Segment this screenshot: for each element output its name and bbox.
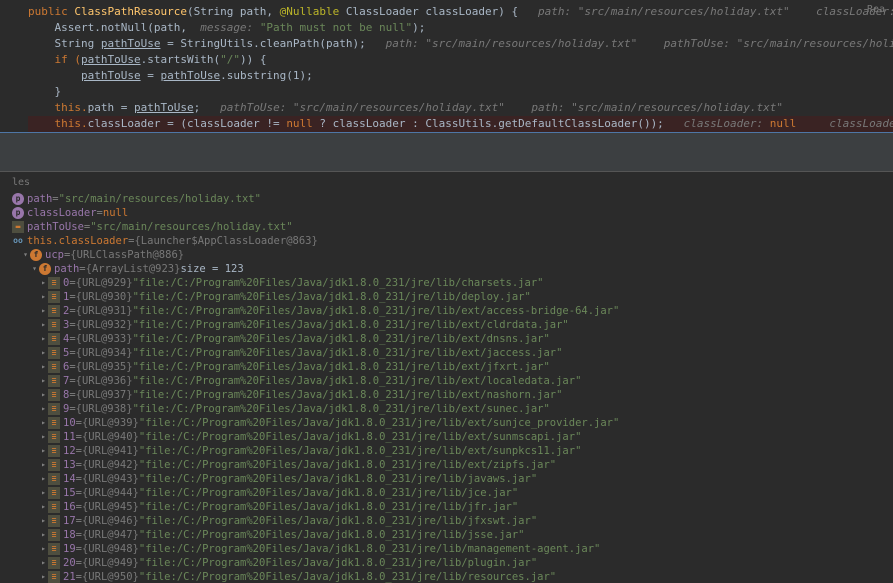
var-row[interactable]: pclassLoader = null bbox=[12, 206, 881, 220]
variables-panel[interactable]: les ppath = "src/main/resources/holiday.… bbox=[0, 172, 893, 583]
array-item[interactable]: ▸≡21 = {URL@950} "file:/C:/Program%20Fil… bbox=[12, 570, 881, 583]
code-line: if (pathToUse.startsWith("/")) { bbox=[28, 52, 893, 68]
element-icon: ≡ bbox=[48, 319, 60, 331]
param-icon: p bbox=[12, 193, 24, 205]
watch-icon: oo bbox=[12, 235, 24, 247]
expand-icon[interactable]: ▸ bbox=[39, 402, 48, 416]
var-row[interactable]: ppath = "src/main/resources/holiday.txt" bbox=[12, 192, 881, 206]
expand-icon[interactable]: ▸ bbox=[39, 500, 48, 514]
expand-icon[interactable]: ▸ bbox=[39, 486, 48, 500]
collapse-icon[interactable]: ▾ bbox=[30, 262, 39, 276]
var-row[interactable]: oothis.classLoader = {Launcher$AppClassL… bbox=[12, 234, 881, 248]
expand-icon[interactable]: ▸ bbox=[39, 374, 48, 388]
expand-icon[interactable]: ▸ bbox=[39, 472, 48, 486]
expand-icon[interactable]: ▸ bbox=[39, 388, 48, 402]
element-icon: ≡ bbox=[48, 333, 60, 345]
array-item[interactable]: ▸≡17 = {URL@946} "file:/C:/Program%20Fil… bbox=[12, 514, 881, 528]
array-item[interactable]: ▸≡11 = {URL@940} "file:/C:/Program%20Fil… bbox=[12, 430, 881, 444]
expand-icon[interactable]: ▸ bbox=[39, 360, 48, 374]
code-line: String pathToUse = StringUtils.cleanPath… bbox=[28, 36, 893, 52]
expand-icon[interactable]: ▸ bbox=[39, 528, 48, 542]
expand-icon[interactable]: ▸ bbox=[39, 542, 48, 556]
element-icon: ≡ bbox=[48, 417, 60, 429]
array-item[interactable]: ▸≡18 = {URL@947} "file:/C:/Program%20Fil… bbox=[12, 528, 881, 542]
element-icon: ≡ bbox=[48, 543, 60, 555]
expand-icon[interactable]: ▸ bbox=[39, 290, 48, 304]
expand-icon[interactable]: ▸ bbox=[39, 556, 48, 570]
var-icon: ▬ bbox=[12, 221, 24, 233]
element-icon: ≡ bbox=[48, 487, 60, 499]
element-icon: ≡ bbox=[48, 347, 60, 359]
expand-icon[interactable]: ▸ bbox=[39, 430, 48, 444]
element-icon: ≡ bbox=[48, 361, 60, 373]
array-item[interactable]: ▸≡6 = {URL@935} "file:/C:/Program%20File… bbox=[12, 360, 881, 374]
element-icon: ≡ bbox=[48, 403, 60, 415]
expand-icon[interactable]: ▸ bbox=[39, 444, 48, 458]
element-icon: ≡ bbox=[48, 473, 60, 485]
param-icon: p bbox=[12, 207, 24, 219]
expand-icon[interactable]: ▸ bbox=[39, 514, 48, 528]
element-icon: ≡ bbox=[48, 571, 60, 583]
array-item[interactable]: ▸≡13 = {URL@942} "file:/C:/Program%20Fil… bbox=[12, 458, 881, 472]
element-icon: ≡ bbox=[48, 291, 60, 303]
element-icon: ≡ bbox=[48, 305, 60, 317]
array-item[interactable]: ▸≡9 = {URL@938} "file:/C:/Program%20File… bbox=[12, 402, 881, 416]
corner-label: Rea bbox=[867, 2, 885, 18]
var-row[interactable]: ▬pathToUse = "src/main/resources/holiday… bbox=[12, 220, 881, 234]
pane-separator[interactable] bbox=[0, 132, 893, 172]
expand-icon[interactable]: ▸ bbox=[39, 332, 48, 346]
array-item[interactable]: ▸≡20 = {URL@949} "file:/C:/Program%20Fil… bbox=[12, 556, 881, 570]
execution-line: this.classLoader = (classLoader != null … bbox=[28, 116, 893, 132]
element-icon: ≡ bbox=[48, 557, 60, 569]
array-item[interactable]: ▸≡1 = {URL@930} "file:/C:/Program%20File… bbox=[12, 290, 881, 304]
element-icon: ≡ bbox=[48, 375, 60, 387]
element-icon: ≡ bbox=[48, 445, 60, 457]
expand-icon[interactable]: ▸ bbox=[39, 276, 48, 290]
element-icon: ≡ bbox=[48, 501, 60, 513]
code-editor[interactable]: Rea public ClassPathResource(String path… bbox=[0, 0, 893, 132]
code-line: } bbox=[28, 84, 893, 100]
expand-icon[interactable]: ▸ bbox=[39, 346, 48, 360]
variables-title: les bbox=[12, 176, 881, 190]
element-icon: ≡ bbox=[48, 529, 60, 541]
array-item[interactable]: ▸≡16 = {URL@945} "file:/C:/Program%20Fil… bbox=[12, 500, 881, 514]
array-item[interactable]: ▸≡7 = {URL@936} "file:/C:/Program%20File… bbox=[12, 374, 881, 388]
code-line: Assert.notNull(path, message: "Path must… bbox=[28, 20, 893, 36]
array-item[interactable]: ▸≡8 = {URL@937} "file:/C:/Program%20File… bbox=[12, 388, 881, 402]
array-item[interactable]: ▸≡19 = {URL@948} "file:/C:/Program%20Fil… bbox=[12, 542, 881, 556]
array-item[interactable]: ▸≡4 = {URL@933} "file:/C:/Program%20File… bbox=[12, 332, 881, 346]
array-item[interactable]: ▸≡10 = {URL@939} "file:/C:/Program%20Fil… bbox=[12, 416, 881, 430]
element-icon: ≡ bbox=[48, 431, 60, 443]
array-item[interactable]: ▸≡3 = {URL@932} "file:/C:/Program%20File… bbox=[12, 318, 881, 332]
array-item[interactable]: ▸≡2 = {URL@931} "file:/C:/Program%20File… bbox=[12, 304, 881, 318]
expand-icon[interactable]: ▸ bbox=[39, 416, 48, 430]
element-icon: ≡ bbox=[48, 389, 60, 401]
element-icon: ≡ bbox=[48, 515, 60, 527]
array-item[interactable]: ▸≡14 = {URL@943} "file:/C:/Program%20Fil… bbox=[12, 472, 881, 486]
var-row[interactable]: ▾fpath = {ArrayList@923} size = 123 bbox=[12, 262, 881, 276]
expand-icon[interactable]: ▸ bbox=[39, 570, 48, 583]
array-item[interactable]: ▸≡0 = {URL@929} "file:/C:/Program%20File… bbox=[12, 276, 881, 290]
array-item[interactable]: ▸≡5 = {URL@934} "file:/C:/Program%20File… bbox=[12, 346, 881, 360]
code-line: public ClassPathResource(String path, @N… bbox=[28, 4, 893, 20]
var-row[interactable]: ▾fucp = {URLClassPath@886} bbox=[12, 248, 881, 262]
code-line: pathToUse = pathToUse.substring(1); bbox=[28, 68, 893, 84]
code-line: this.path = pathToUse; pathToUse: "src/m… bbox=[28, 100, 893, 116]
field-icon: f bbox=[39, 263, 51, 275]
array-item[interactable]: ▸≡15 = {URL@944} "file:/C:/Program%20Fil… bbox=[12, 486, 881, 500]
field-icon: f bbox=[30, 249, 42, 261]
expand-icon[interactable]: ▸ bbox=[39, 458, 48, 472]
collapse-icon[interactable]: ▾ bbox=[21, 248, 30, 262]
array-item[interactable]: ▸≡12 = {URL@941} "file:/C:/Program%20Fil… bbox=[12, 444, 881, 458]
expand-icon[interactable]: ▸ bbox=[39, 304, 48, 318]
element-icon: ≡ bbox=[48, 459, 60, 471]
element-icon: ≡ bbox=[48, 277, 60, 289]
expand-icon[interactable]: ▸ bbox=[39, 318, 48, 332]
